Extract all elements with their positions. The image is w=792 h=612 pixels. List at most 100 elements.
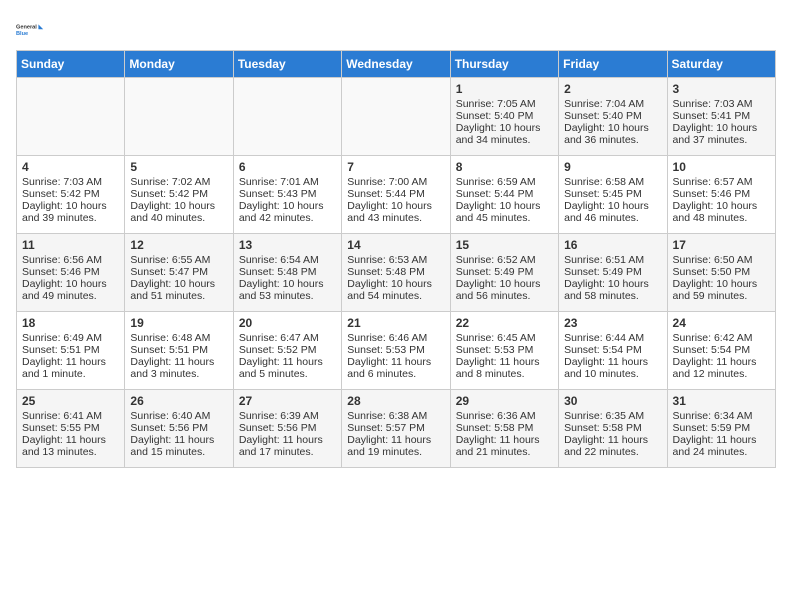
day-info-line: and 37 minutes. (673, 134, 770, 146)
calendar-week-2: 4Sunrise: 7:03 AMSunset: 5:42 PMDaylight… (17, 156, 776, 234)
day-number: 19 (130, 316, 227, 330)
day-number: 4 (22, 160, 119, 174)
day-info-line: Daylight: 11 hours (239, 434, 336, 446)
day-header-friday: Friday (559, 51, 667, 78)
day-info-line: Sunrise: 7:02 AM (130, 176, 227, 188)
day-info-line: and 19 minutes. (347, 446, 444, 458)
day-number: 21 (347, 316, 444, 330)
calendar-cell: 1Sunrise: 7:05 AMSunset: 5:40 PMDaylight… (450, 78, 558, 156)
day-info-line: Sunset: 5:55 PM (22, 422, 119, 434)
day-info-line: Daylight: 10 hours (22, 200, 119, 212)
day-info-line: and 58 minutes. (564, 290, 661, 302)
day-header-thursday: Thursday (450, 51, 558, 78)
calendar-cell: 6Sunrise: 7:01 AMSunset: 5:43 PMDaylight… (233, 156, 341, 234)
day-number: 10 (673, 160, 770, 174)
calendar-cell (233, 78, 341, 156)
day-info-line: Daylight: 11 hours (564, 356, 661, 368)
day-info-line: Sunrise: 6:34 AM (673, 410, 770, 422)
day-info-line: and 56 minutes. (456, 290, 553, 302)
calendar-cell: 11Sunrise: 6:56 AMSunset: 5:46 PMDayligh… (17, 234, 125, 312)
day-number: 20 (239, 316, 336, 330)
day-info-line: and 24 minutes. (673, 446, 770, 458)
day-number: 1 (456, 82, 553, 96)
day-info-line: Daylight: 10 hours (456, 200, 553, 212)
day-info-line: Sunrise: 6:46 AM (347, 332, 444, 344)
day-info-line: Sunrise: 6:50 AM (673, 254, 770, 266)
day-info-line: and 15 minutes. (130, 446, 227, 458)
day-header-monday: Monday (125, 51, 233, 78)
day-info-line: Sunrise: 7:04 AM (564, 98, 661, 110)
day-number: 8 (456, 160, 553, 174)
day-info-line: Sunset: 5:40 PM (564, 110, 661, 122)
day-info-line: Daylight: 10 hours (130, 200, 227, 212)
day-number: 5 (130, 160, 227, 174)
day-number: 23 (564, 316, 661, 330)
day-info-line: Sunrise: 6:41 AM (22, 410, 119, 422)
day-info-line: and 51 minutes. (130, 290, 227, 302)
day-info-line: Daylight: 10 hours (347, 200, 444, 212)
day-number: 12 (130, 238, 227, 252)
day-info-line: Sunrise: 6:58 AM (564, 176, 661, 188)
day-info-line: Sunset: 5:42 PM (130, 188, 227, 200)
logo: GeneralBlue (16, 16, 44, 44)
day-info-line: Daylight: 10 hours (673, 278, 770, 290)
calendar-cell: 7Sunrise: 7:00 AMSunset: 5:44 PMDaylight… (342, 156, 450, 234)
day-info-line: and 40 minutes. (130, 212, 227, 224)
day-info-line: Daylight: 10 hours (22, 278, 119, 290)
day-header-saturday: Saturday (667, 51, 775, 78)
day-info-line: Sunset: 5:53 PM (456, 344, 553, 356)
day-number: 28 (347, 394, 444, 408)
day-info-line: Sunrise: 7:03 AM (673, 98, 770, 110)
day-number: 7 (347, 160, 444, 174)
day-info-line: Sunset: 5:57 PM (347, 422, 444, 434)
day-info-line: Sunrise: 6:59 AM (456, 176, 553, 188)
day-info-line: and 45 minutes. (456, 212, 553, 224)
calendar-cell: 19Sunrise: 6:48 AMSunset: 5:51 PMDayligh… (125, 312, 233, 390)
day-info-line: and 21 minutes. (456, 446, 553, 458)
day-info-line: Sunset: 5:54 PM (564, 344, 661, 356)
calendar-cell (342, 78, 450, 156)
day-info-line: Daylight: 10 hours (456, 278, 553, 290)
day-info-line: Daylight: 10 hours (673, 200, 770, 212)
day-info-line: Sunrise: 6:35 AM (564, 410, 661, 422)
day-number: 22 (456, 316, 553, 330)
day-info-line: Sunset: 5:41 PM (673, 110, 770, 122)
calendar-cell: 2Sunrise: 7:04 AMSunset: 5:40 PMDaylight… (559, 78, 667, 156)
day-number: 3 (673, 82, 770, 96)
day-info-line: Sunset: 5:54 PM (673, 344, 770, 356)
day-info-line: Daylight: 11 hours (564, 434, 661, 446)
day-info-line: Daylight: 11 hours (456, 356, 553, 368)
day-info-line: Sunset: 5:48 PM (347, 266, 444, 278)
day-info-line: Sunrise: 6:49 AM (22, 332, 119, 344)
calendar-cell: 17Sunrise: 6:50 AMSunset: 5:50 PMDayligh… (667, 234, 775, 312)
day-info-line: Sunrise: 7:05 AM (456, 98, 553, 110)
day-info-line: and 46 minutes. (564, 212, 661, 224)
calendar-cell: 20Sunrise: 6:47 AMSunset: 5:52 PMDayligh… (233, 312, 341, 390)
day-info-line: Daylight: 11 hours (347, 356, 444, 368)
day-number: 18 (22, 316, 119, 330)
day-number: 14 (347, 238, 444, 252)
calendar-cell: 31Sunrise: 6:34 AMSunset: 5:59 PMDayligh… (667, 390, 775, 468)
day-info-line: Sunset: 5:46 PM (22, 266, 119, 278)
calendar-header-row: SundayMondayTuesdayWednesdayThursdayFrid… (17, 51, 776, 78)
day-info-line: and 6 minutes. (347, 368, 444, 380)
day-number: 9 (564, 160, 661, 174)
day-info-line: and 1 minute. (22, 368, 119, 380)
day-info-line: Sunrise: 6:36 AM (456, 410, 553, 422)
calendar-cell: 14Sunrise: 6:53 AMSunset: 5:48 PMDayligh… (342, 234, 450, 312)
calendar-cell: 3Sunrise: 7:03 AMSunset: 5:41 PMDaylight… (667, 78, 775, 156)
day-info-line: Sunset: 5:47 PM (130, 266, 227, 278)
day-number: 29 (456, 394, 553, 408)
day-number: 16 (564, 238, 661, 252)
day-info-line: Sunrise: 6:54 AM (239, 254, 336, 266)
day-info-line: Daylight: 10 hours (564, 200, 661, 212)
day-info-line: Daylight: 10 hours (347, 278, 444, 290)
day-info-line: Sunrise: 6:45 AM (456, 332, 553, 344)
day-info-line: and 48 minutes. (673, 212, 770, 224)
page-header: GeneralBlue (16, 16, 776, 44)
day-number: 26 (130, 394, 227, 408)
day-info-line: and 34 minutes. (456, 134, 553, 146)
day-info-line: Sunset: 5:50 PM (673, 266, 770, 278)
day-info-line: Daylight: 11 hours (130, 434, 227, 446)
calendar-week-3: 11Sunrise: 6:56 AMSunset: 5:46 PMDayligh… (17, 234, 776, 312)
